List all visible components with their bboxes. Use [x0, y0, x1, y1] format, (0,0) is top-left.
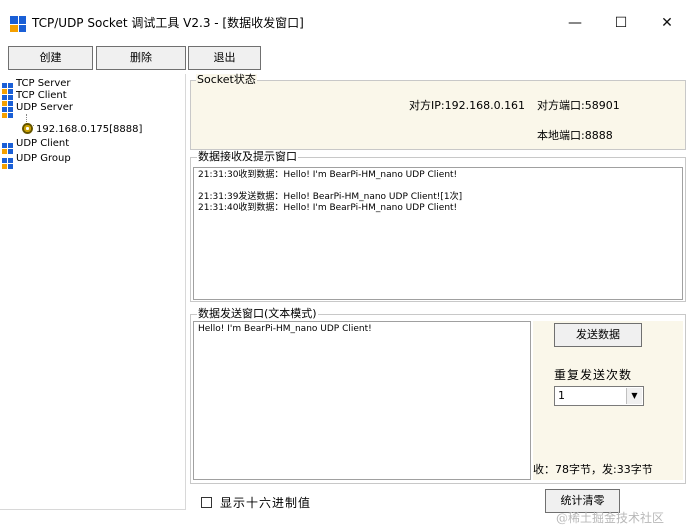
receive-textarea[interactable]: 21:31:30收到数据：Hello! I'm BearPi-HM_nano U… — [193, 167, 683, 300]
socket-status-group: Socket状态 对方IP:192.168.0.161 对方端口:58901 本… — [190, 74, 686, 150]
tree-item-udp-group[interactable]: UDP Group — [2, 153, 71, 169]
receive-line: 21:31:40收到数据：Hello! I'm BearPi-HM_nano U… — [198, 203, 458, 213]
create-button[interactable]: 创建 — [8, 46, 93, 70]
receive-title: 数据接收及提示窗口 — [197, 150, 298, 163]
receive-line: 21:31:30收到数据：Hello! I'm BearPi-HM_nano U… — [198, 170, 458, 180]
connection-tree: TCP Server TCP Client UDP Server 192.168… — [0, 74, 186, 510]
send-data-button[interactable]: 发送数据 — [554, 323, 642, 347]
repeat-count-label: 重复发送次数 — [554, 368, 633, 382]
tree-item-udp-client[interactable]: UDP Client — [2, 138, 70, 154]
exit-button[interactable]: 退出 — [188, 46, 261, 70]
tree-item-label: TCP Server — [16, 78, 71, 89]
tree-item-label: UDP Group — [16, 153, 71, 164]
receive-line — [198, 181, 678, 192]
socket-icon — [22, 123, 33, 134]
tree-item-tcp-client[interactable]: TCP Client — [2, 90, 67, 106]
title-bar: TCP/UDP Socket 调试工具 V2.3 - [数据收发窗口] — ☐ … — [0, 0, 689, 42]
tree-item-tcp-server[interactable]: TCP Server — [2, 78, 71, 94]
udp-group-icon — [2, 158, 13, 169]
tree-item-udp-server-socket[interactable]: 192.168.0.175[8888] — [22, 123, 142, 135]
local-port: 本地端口:8888 — [537, 129, 613, 142]
app-icon — [10, 16, 26, 32]
tree-item-label: UDP Server — [16, 102, 74, 113]
hex-display-label: 显示十六进制值 — [220, 496, 312, 510]
chevron-down-icon[interactable]: ▼ — [626, 388, 642, 404]
maximize-button[interactable]: ☐ — [598, 8, 644, 38]
send-controls: 发送数据 重复发送次数 1 ▼ 收：78字节，发:33字节 — [533, 321, 683, 480]
tree-item-label: 192.168.0.175[8888] — [36, 124, 143, 135]
byte-stats: 收：78字节，发:33字节 — [533, 463, 653, 476]
window-title: TCP/UDP Socket 调试工具 V2.3 - [数据收发窗口] — [32, 16, 304, 30]
send-group: 数据发送窗口(文本模式) Hello! I'm BearPi-HM_nano U… — [190, 308, 686, 484]
send-textarea[interactable]: Hello! I'm BearPi-HM_nano UDP Client! — [193, 321, 531, 480]
peer-ip: 对方IP:192.168.0.161 — [409, 99, 526, 112]
tree-item-label: TCP Client — [16, 90, 67, 101]
watermark: @稀土掘金技术社区 — [556, 511, 665, 525]
repeat-count-select[interactable]: 1 ▼ — [554, 386, 644, 406]
udp-server-icon — [2, 107, 13, 118]
tree-item-label: UDP Client — [16, 138, 70, 149]
socket-status-title: Socket状态 — [196, 73, 257, 86]
hex-display-checkbox[interactable] — [201, 497, 212, 508]
peer-port: 对方端口:58901 — [537, 99, 620, 112]
send-title: 数据发送窗口(文本模式) — [197, 307, 318, 320]
receive-group: 数据接收及提示窗口 21:31:30收到数据：Hello! I'm BearPi… — [190, 151, 686, 302]
delete-button[interactable]: 删除 — [96, 46, 186, 70]
close-button[interactable]: ✕ — [644, 8, 689, 38]
tree-item-udp-server[interactable]: UDP Server — [2, 102, 74, 118]
repeat-count-value: 1 — [558, 389, 565, 402]
minimize-button[interactable]: — — [552, 8, 598, 38]
receive-line: 21:31:39发送数据：Hello! BearPi-HM_nano UDP C… — [198, 192, 463, 202]
